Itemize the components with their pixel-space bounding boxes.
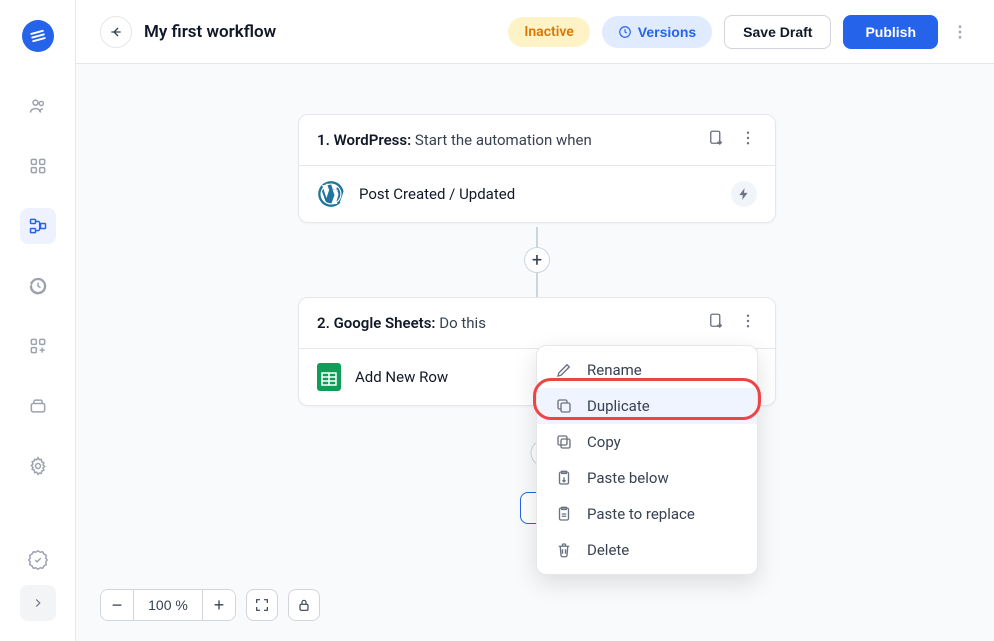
sidebar-item-apps[interactable] bbox=[20, 148, 56, 184]
context-menu: Rename Duplicate Copy Paste below Paste … bbox=[536, 345, 758, 575]
step-desc: Do this bbox=[439, 314, 486, 332]
pencil-icon bbox=[555, 361, 573, 379]
add-step-button[interactable]: + bbox=[524, 247, 550, 273]
sidebar-item-team[interactable] bbox=[20, 88, 56, 124]
fullscreen-button[interactable] bbox=[246, 589, 278, 621]
workflow-canvas[interactable]: 1. WordPress: Start the automation when … bbox=[76, 64, 994, 641]
menu-item-copy[interactable]: Copy bbox=[537, 424, 757, 460]
sidebar-item-settings[interactable] bbox=[20, 448, 56, 484]
step-more-icon[interactable] bbox=[739, 129, 757, 151]
topbar-more-button[interactable] bbox=[950, 16, 970, 48]
lock-button[interactable] bbox=[288, 589, 320, 621]
google-sheets-icon bbox=[317, 363, 341, 391]
paste-replace-icon bbox=[555, 505, 573, 523]
menu-item-paste-below[interactable]: Paste below bbox=[537, 460, 757, 496]
trigger-bolt-icon bbox=[731, 181, 757, 207]
rename-step-icon[interactable] bbox=[707, 129, 725, 151]
app-logo[interactable] bbox=[22, 20, 54, 52]
menu-item-paste-replace[interactable]: Paste to replace bbox=[537, 496, 757, 532]
wordpress-icon bbox=[317, 180, 345, 208]
step-app: Google Sheets: bbox=[334, 314, 436, 332]
zoom-level[interactable]: 100 % bbox=[133, 590, 203, 620]
step-more-icon[interactable] bbox=[739, 312, 757, 334]
menu-item-rename[interactable]: Rename bbox=[537, 352, 757, 388]
menu-label: Paste below bbox=[587, 469, 669, 487]
status-badge: Inactive bbox=[508, 17, 589, 47]
zoom-controls: − 100 % + bbox=[100, 589, 320, 621]
menu-label: Paste to replace bbox=[587, 505, 695, 523]
menu-label: Copy bbox=[587, 433, 621, 451]
sidebar-item-workflows[interactable] bbox=[20, 208, 56, 244]
step-action-label: Post Created / Updated bbox=[359, 185, 515, 203]
save-draft-button[interactable]: Save Draft bbox=[724, 15, 831, 49]
zoom-in-button[interactable]: + bbox=[203, 590, 235, 620]
step-card-1[interactable]: 1. WordPress: Start the automation when … bbox=[298, 114, 776, 223]
paste-below-icon bbox=[555, 469, 573, 487]
menu-item-delete[interactable]: Delete bbox=[537, 532, 757, 568]
back-button[interactable] bbox=[100, 16, 132, 48]
step-action-label: Add New Row bbox=[355, 368, 448, 386]
step-desc: Start the automation when bbox=[415, 131, 592, 149]
menu-item-duplicate[interactable]: Duplicate bbox=[537, 388, 757, 424]
sidebar-item-verified[interactable] bbox=[8, 549, 68, 571]
step-number: 2. bbox=[317, 314, 330, 332]
menu-label: Delete bbox=[587, 541, 629, 559]
step-header: 2. Google Sheets: Do this bbox=[299, 298, 775, 349]
trash-icon bbox=[555, 541, 573, 559]
step-app: WordPress: bbox=[334, 131, 412, 149]
copy-icon bbox=[555, 433, 573, 451]
versions-button[interactable]: Versions bbox=[602, 16, 712, 48]
sidebar-item-add-app[interactable] bbox=[20, 328, 56, 364]
step-number: 1. bbox=[317, 131, 330, 149]
workflow-title[interactable]: My first workflow bbox=[144, 22, 276, 42]
topbar: My first workflow Inactive Versions Save… bbox=[76, 0, 994, 64]
clock-icon bbox=[618, 25, 632, 39]
sidebar bbox=[0, 0, 76, 641]
menu-label: Rename bbox=[587, 361, 642, 379]
step-body[interactable]: Post Created / Updated bbox=[299, 166, 775, 222]
duplicate-icon bbox=[555, 397, 573, 415]
menu-label: Duplicate bbox=[587, 397, 650, 415]
zoom-out-button[interactable]: − bbox=[101, 590, 133, 620]
versions-label: Versions bbox=[638, 24, 696, 40]
sidebar-collapse-button[interactable] bbox=[20, 585, 56, 621]
sidebar-item-history[interactable] bbox=[20, 268, 56, 304]
step-header: 1. WordPress: Start the automation when bbox=[299, 115, 775, 166]
rename-step-icon[interactable] bbox=[707, 312, 725, 334]
sidebar-item-storage[interactable] bbox=[20, 388, 56, 424]
publish-button[interactable]: Publish bbox=[843, 15, 938, 49]
